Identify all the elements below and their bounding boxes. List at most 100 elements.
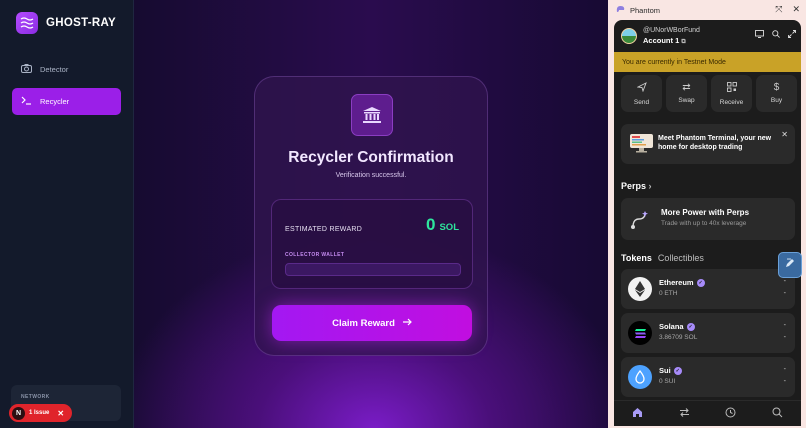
- expand-icon[interactable]: [788, 30, 796, 40]
- issue-badge[interactable]: N 1 Issue ✕: [9, 404, 72, 422]
- collector-wallet-field[interactable]: [285, 263, 461, 276]
- estimated-reward-label: ESTIMATED REWARD: [285, 226, 363, 233]
- token-name-text: Sui: [659, 366, 671, 375]
- token-name-text: Ethereum: [659, 278, 694, 287]
- claim-reward-label: Claim Reward: [332, 317, 395, 329]
- token-name: Solana ✓: [659, 322, 695, 331]
- brand-name: GHOST-RAY: [46, 17, 117, 29]
- copy-icon[interactable]: ⧉: [681, 39, 685, 45]
- perps-heading-text: Perps: [621, 181, 647, 191]
- token-row-sui[interactable]: Sui ✓ 0 SUI - -: [621, 357, 795, 397]
- token-value: -: [783, 366, 786, 373]
- claim-reward-button[interactable]: Claim Reward: [272, 305, 472, 341]
- card-subtitle: Verification successful.: [335, 172, 407, 179]
- perps-curve-icon: [630, 210, 650, 230]
- receive-label: Receive: [719, 98, 744, 106]
- phantom-logo-icon: [616, 5, 625, 15]
- home-icon[interactable]: [632, 405, 643, 423]
- network-label: NETWORK: [21, 394, 50, 400]
- buy-label: Buy: [770, 97, 783, 104]
- issue-label: 1 Issue: [29, 410, 50, 416]
- account-name-text: Account 1: [643, 36, 680, 45]
- arrow-right-icon: [402, 318, 412, 329]
- sidebar: GHOST-RAY Detector Recycler NETWORK: [0, 0, 134, 428]
- send-label: Send: [633, 98, 650, 106]
- next-logo-icon: N: [12, 406, 25, 420]
- search-icon[interactable]: [772, 405, 783, 423]
- reward-amount: 0: [426, 215, 436, 234]
- reward-unit: SOL: [439, 222, 459, 233]
- receive-button[interactable]: Receive: [711, 75, 752, 112]
- token-balance: 3.86709 SOL: [659, 334, 698, 341]
- verified-badge-icon: ✓: [686, 322, 695, 331]
- solana-icon: [628, 321, 652, 345]
- search-icon[interactable]: [772, 30, 780, 40]
- nav-item-label: Recycler: [40, 97, 70, 106]
- verified-badge-icon: ✓: [696, 278, 705, 287]
- nav-item-detector[interactable]: Detector: [12, 56, 121, 83]
- nav-item-recycler[interactable]: Recycler: [12, 88, 121, 115]
- phantom-terminal-promo[interactable]: Meet Phantom Terminal, your new home for…: [621, 124, 795, 164]
- close-icon[interactable]: ✕: [792, 4, 800, 15]
- brand[interactable]: GHOST-RAY: [16, 12, 116, 34]
- clock-icon[interactable]: [725, 405, 736, 423]
- token-value: -: [783, 322, 786, 329]
- account-handle: @UNorWBorFund: [643, 27, 700, 34]
- ghost-ray-logo-icon: [16, 12, 38, 34]
- token-tabs: Tokens Collectibles: [621, 253, 704, 263]
- token-name-text: Solana: [659, 322, 684, 331]
- qr-icon: [726, 81, 737, 95]
- recycler-confirmation-card: Recycler Confirmation Verification succe…: [254, 76, 488, 356]
- monitor-icon[interactable]: [755, 30, 764, 40]
- camera-icon: [21, 64, 32, 75]
- card-title: Recycler Confirmation: [288, 149, 454, 166]
- terminal-icon: [21, 96, 32, 107]
- token-row-ethereum[interactable]: Ethereum ✓ 0 ETH - -: [621, 269, 795, 309]
- dollar-icon: $: [773, 82, 780, 93]
- send-button[interactable]: Send: [621, 75, 662, 112]
- action-buttons: Send ⇄ Swap Receive $ Buy: [621, 75, 797, 112]
- ethereum-icon: [628, 277, 652, 301]
- promo-text: Meet Phantom Terminal, your new home for…: [658, 135, 772, 151]
- phantom-wallet-panel: Phantom ⤧ ✕ @UNorWBorFund Account 1 ⧉ Yo…: [608, 0, 806, 428]
- bank-icon: [351, 94, 393, 136]
- phantom-title: Phantom: [630, 5, 661, 15]
- account-header: @UNorWBorFund Account 1 ⧉: [614, 20, 801, 52]
- collector-wallet-label: COLLECTOR WALLET: [285, 252, 345, 258]
- perps-heading[interactable]: Perps ›: [621, 181, 652, 191]
- swap-icon[interactable]: [679, 405, 690, 423]
- token-row-solana[interactable]: Solana ✓ 3.86709 SOL - -: [621, 313, 795, 353]
- perps-card[interactable]: More Power with Perps Trade with up to 4…: [621, 198, 795, 240]
- token-change: -: [783, 290, 786, 297]
- swap-label: Swap: [678, 97, 695, 104]
- perps-title: More Power with Perps: [661, 208, 750, 217]
- unpin-icon[interactable]: ⤧: [775, 4, 782, 15]
- close-icon[interactable]: ✕: [57, 409, 64, 418]
- account-name[interactable]: Account 1 ⧉: [643, 36, 686, 46]
- pen-icon: [784, 256, 796, 274]
- estimated-reward-value: 0 SOL: [426, 215, 459, 235]
- perps-subtitle: Trade with up to 40x leverage: [661, 220, 747, 227]
- testnet-banner: You are currently in Testnet Mode: [614, 52, 801, 72]
- reward-panel: ESTIMATED REWARD 0 SOL COLLECTOR WALLET: [271, 199, 473, 289]
- phantom-titlebar: Phantom ⤧ ✕: [608, 0, 806, 20]
- close-icon[interactable]: ✕: [781, 130, 788, 139]
- tab-tokens[interactable]: Tokens: [621, 253, 652, 263]
- swap-button[interactable]: ⇄ Swap: [666, 75, 707, 112]
- token-balance: 0 ETH: [659, 290, 678, 297]
- terminal-screen-icon: [629, 133, 654, 153]
- avatar[interactable]: [621, 28, 637, 44]
- token-name: Ethereum ✓: [659, 278, 705, 287]
- chevron-right-icon: ›: [648, 181, 652, 191]
- token-value: -: [783, 278, 786, 285]
- floating-extension-button[interactable]: [778, 252, 802, 278]
- token-change: -: [783, 378, 786, 385]
- token-change: -: [783, 334, 786, 341]
- tab-collectibles[interactable]: Collectibles: [658, 253, 704, 263]
- send-icon: [635, 81, 647, 95]
- buy-button[interactable]: $ Buy: [756, 75, 797, 112]
- nav-item-label: Detector: [40, 65, 69, 74]
- sui-icon: [628, 365, 652, 389]
- main-area: Recycler Confirmation Verification succe…: [134, 0, 608, 428]
- token-balance: 0 SUI: [659, 378, 676, 385]
